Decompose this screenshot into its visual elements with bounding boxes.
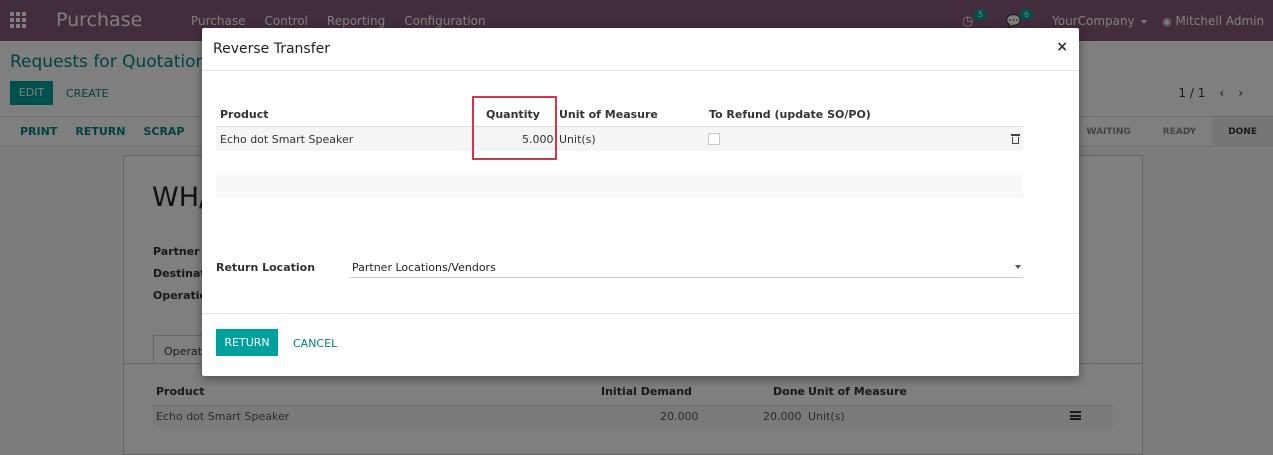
dialog-title: Reverse Transfer: [213, 41, 331, 57]
col-to-refund: To Refund (update SO/PO): [709, 108, 871, 121]
to-refund-checkbox[interactable]: [708, 133, 720, 145]
close-icon[interactable]: ×: [1056, 39, 1068, 55]
return-location-select[interactable]: Partner Locations/Vendors: [350, 258, 1023, 278]
row-product[interactable]: Echo dot Smart Speaker: [220, 133, 353, 146]
reverse-transfer-dialog: Reverse Transfer × Product Quantity Unit…: [202, 28, 1079, 376]
col-uom: Unit of Measure: [559, 108, 658, 121]
trash-icon[interactable]: [1011, 134, 1020, 144]
quantity-highlight-box: [472, 96, 557, 160]
return-location-value: Partner Locations/Vendors: [352, 261, 496, 274]
dialog-header-divider: [202, 70, 1079, 71]
row-uom: Unit(s): [559, 133, 596, 146]
empty-row: [216, 175, 1023, 198]
return-button[interactable]: RETURN: [216, 329, 278, 356]
chevron-down-icon: [1015, 265, 1021, 269]
cancel-button[interactable]: CANCEL: [293, 337, 337, 350]
dialog-footer-divider: [202, 313, 1079, 314]
col-product: Product: [220, 108, 269, 121]
return-location-label: Return Location: [216, 261, 316, 274]
